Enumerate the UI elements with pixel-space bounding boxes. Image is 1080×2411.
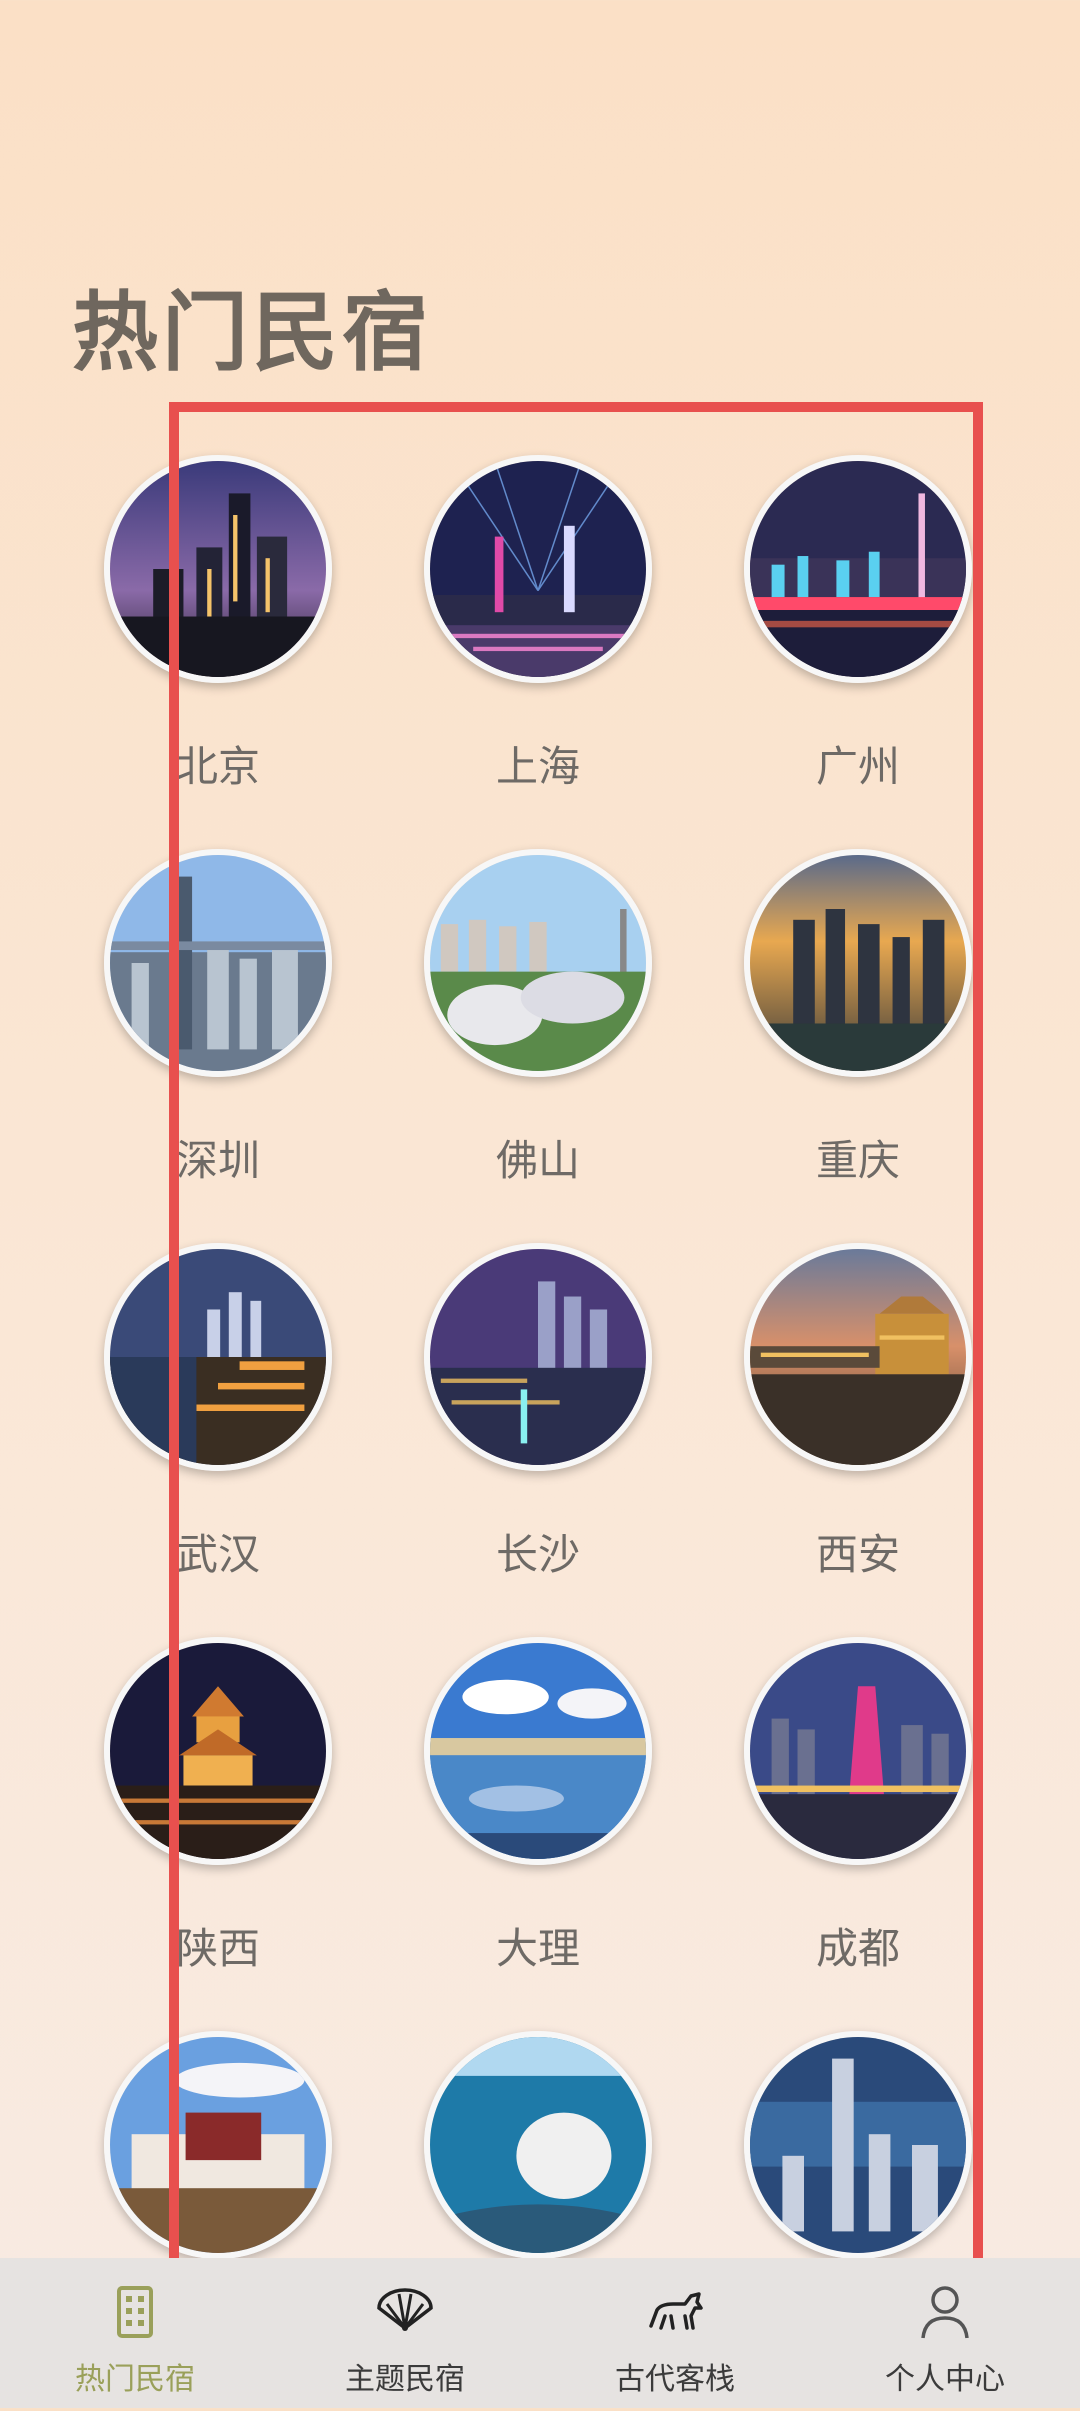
city-photo	[424, 2031, 652, 2259]
city-card-chongqing[interactable]: 重庆	[684, 849, 1004, 1229]
city-card-xian[interactable]: 西安	[684, 1243, 1004, 1623]
nav-label: 个人中心	[885, 2362, 1005, 2397]
city-photo	[744, 1243, 972, 1471]
bottom-navigation: 热门民宿 主题民宿 古代客栈 个人中心	[0, 2258, 1080, 2408]
city-name: 大理	[495, 1924, 580, 1973]
nav-item-profile[interactable]: 个人中心	[810, 2258, 1080, 2408]
city-photo	[744, 2031, 972, 2259]
city-name: 长沙	[495, 1530, 580, 1579]
city-name: 成都	[815, 1924, 900, 1973]
city-name: 重庆	[815, 1136, 900, 1185]
nav-label: 主题民宿	[345, 2362, 465, 2397]
city-card-chengdu[interactable]: 成都	[684, 1637, 1004, 2017]
city-photo	[744, 1637, 972, 1865]
nav-item-theme[interactable]: 主题民宿	[270, 2258, 540, 2408]
building-icon	[117, 2286, 153, 2338]
city-photo	[104, 2031, 332, 2259]
city-photo	[424, 1637, 652, 1865]
city-card-foshan[interactable]: 佛山	[364, 849, 684, 1229]
city-card-wuhan[interactable]: 武汉	[44, 1243, 364, 1623]
city-photo	[744, 849, 972, 1077]
nav-label: 热门民宿	[75, 2362, 195, 2397]
person-icon	[921, 2286, 969, 2339]
city-grid: 北京 上海 广州 深圳 佛山 重庆 武汉 长沙 西安 陕西 大理 成都	[0, 0, 1080, 2259]
fan-icon	[377, 2288, 433, 2331]
city-photo	[424, 455, 652, 683]
city-name: 陕西	[175, 1924, 260, 1973]
city-photo	[104, 1637, 332, 1865]
city-photo	[424, 1243, 652, 1471]
city-name: 佛山	[495, 1136, 580, 1185]
city-name: 上海	[495, 742, 580, 791]
city-card-shanghai[interactable]: 上海	[364, 455, 684, 835]
city-photo	[104, 455, 332, 683]
nav-item-ancient-inn[interactable]: 古代客栈	[540, 2258, 810, 2408]
city-photo	[424, 849, 652, 1077]
city-card-beijing[interactable]: 北京	[44, 455, 364, 835]
city-card-shenzhen[interactable]: 深圳	[44, 849, 364, 1229]
city-name: 武汉	[175, 1530, 260, 1579]
city-card-shaanxi[interactable]: 陕西	[44, 1637, 364, 2017]
nav-item-popular[interactable]: 热门民宿	[0, 2258, 270, 2408]
city-photo	[104, 1243, 332, 1471]
city-card-guangzhou[interactable]: 广州	[684, 455, 1004, 835]
nav-label: 古代客栈	[615, 2362, 735, 2397]
city-name: 深圳	[175, 1136, 260, 1185]
city-name: 广州	[815, 742, 900, 791]
city-name: 北京	[175, 742, 260, 791]
city-photo	[744, 455, 972, 683]
city-card-changsha[interactable]: 长沙	[364, 1243, 684, 1623]
city-card-dali[interactable]: 大理	[364, 1637, 684, 2017]
horse-icon	[649, 2292, 703, 2330]
city-photo	[104, 849, 332, 1077]
city-name: 西安	[815, 1530, 900, 1579]
